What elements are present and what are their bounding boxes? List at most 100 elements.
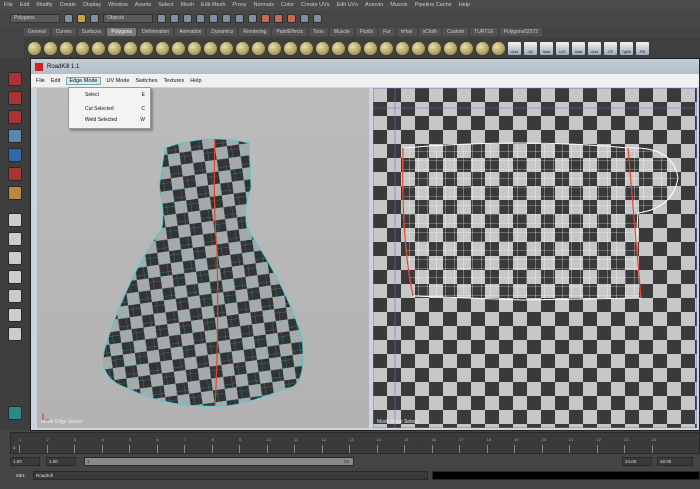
snap-icon[interactable] [183,13,192,23]
shelf-tool-icon[interactable] [300,41,313,55]
layout-four-icon[interactable] [8,232,22,246]
shelf-tool-icon[interactable] [284,41,297,55]
menu-color[interactable]: Color [281,2,294,8]
shelf-tab-fur[interactable]: Fur [379,28,395,36]
shelf-tool-icon[interactable] [220,41,233,55]
shelf-tool-icon[interactable] [252,41,265,55]
shelf-button-uvs1[interactable]: Uvs1 [508,41,521,55]
shelf-tab-painteffects[interactable]: PaintEffects [272,28,308,36]
menu-mesh[interactable]: Mesh [181,2,194,8]
shelf-tool-icon[interactable] [28,41,41,55]
shelf-tab-dynamics[interactable]: Dynamics [207,28,238,36]
shelf-tool-icon[interactable] [428,41,441,55]
shelf-tool-icon[interactable] [316,41,329,55]
lasso-tool-icon[interactable] [8,91,22,105]
time-slider[interactable]: 1 2 3 4 5 6 7 8 9 10 11 12 13 14 15 16 17 18 19 20 21 22 23 24 1 [10,432,700,454]
shelf-tool-icon[interactable] [204,41,217,55]
playback-end-field[interactable]: 24.00 [622,457,652,466]
shelf-tab-nhair[interactable]: nHair [396,28,417,36]
menu-edit-uvs[interactable]: Edit UVs [337,2,358,8]
rk-menu-textures[interactable]: Textures [163,78,184,84]
shelf-button-mad[interactable]: Mad [540,41,553,55]
render-settings-icon[interactable] [287,13,296,23]
snap-point-icon[interactable] [222,13,231,23]
layout-hypershade-icon[interactable] [8,308,22,322]
layout-two-icon[interactable] [8,251,22,265]
shelf-button-uv1[interactable]: UV1 [556,41,569,55]
ipr-render-icon[interactable] [274,13,283,23]
shelf-tool-icon[interactable] [172,41,185,55]
shelf-tab-toon[interactable]: Toon [309,28,328,36]
shelf-button-uvs1[interactable]: Uvs1 [588,41,601,55]
shelf-tool-icon[interactable] [332,41,345,55]
shelf-tab-deformation[interactable]: Deformation [137,28,174,36]
shelf-tool-icon[interactable] [44,41,57,55]
open-scene-icon[interactable] [77,13,86,23]
shelf-tab-ncloth[interactable]: nCloth [418,28,441,36]
dropdown-item-weld-selected[interactable]: Weld Selected W [85,117,145,123]
range-bar[interactable]: 1 24 [84,457,354,466]
shelf-tool-icon[interactable] [92,41,105,55]
menu-create[interactable]: Create [60,2,77,8]
start-time-field[interactable]: 1.00 [10,457,40,466]
shelf-tool-icon[interactable] [60,41,73,55]
menu-file[interactable]: File [4,2,13,8]
shelf-tab-polygons[interactable]: Polygons [107,28,136,36]
menu-normals[interactable]: Normals [253,2,273,8]
menu-modify[interactable]: Modify [36,2,52,8]
lasso-icon[interactable] [170,13,179,23]
rk-menu-edge-mode[interactable]: Edge Mode [66,76,101,85]
menu-muscle[interactable]: Muscle [390,2,407,8]
shelf-tool-icon[interactable] [124,41,137,55]
shelf-tab-surfaces[interactable]: Surfaces [77,28,106,36]
shelf-tool-icon[interactable] [268,41,281,55]
new-scene-icon[interactable] [64,13,73,23]
rk-menu-file[interactable]: File [36,78,45,84]
history-icon[interactable] [248,13,257,23]
end-time-field[interactable]: 48.00 [657,457,693,466]
shelf-tab-animation[interactable]: Animation [175,28,206,36]
snap-curve-icon[interactable] [209,13,218,23]
shelf-button-indvl[interactable]: Indvl [572,41,585,55]
shelf-tool-icon[interactable] [412,41,425,55]
menu-edit[interactable]: Edit [20,2,29,8]
mode-selector[interactable]: Polygons [10,13,60,23]
shelf-tool-icon[interactable] [364,41,377,55]
dropdown-item-select[interactable]: Select E [85,92,145,98]
menu-window[interactable]: Window [108,2,128,8]
shelf-tab-rendering[interactable]: Rendering [239,28,271,36]
layout-graph-icon[interactable] [8,289,22,303]
mel-label[interactable]: MEL [16,473,25,478]
shelf-tool-icon[interactable] [188,41,201,55]
dropdown-item-cut-selected[interactable]: Cut Selected C [85,106,145,112]
save-scene-icon[interactable] [90,13,99,23]
shelf-button-all[interactable]: All [524,41,537,55]
shelf-tool-icon[interactable] [492,41,505,55]
menu-arsnvin[interactable]: Arsnvin [365,2,383,8]
select-tool-icon[interactable] [157,13,166,23]
snap-grid-icon[interactable] [196,13,205,23]
rk-menu-switches[interactable]: Switches [135,78,157,84]
layout-outliner-icon[interactable] [8,270,22,284]
objects-field[interactable]: Objects [103,13,153,23]
shelf-button-pb[interactable]: PB [636,41,649,55]
shelf-tool-icon[interactable] [108,41,121,55]
shelf-tool-icon[interactable] [140,41,153,55]
select-tool-icon[interactable] [8,72,22,86]
menu-assets[interactable]: Assets [135,2,152,8]
shelf-tool-icon[interactable] [156,41,169,55]
shelf-tool-icon[interactable] [380,41,393,55]
shelf-tool-icon[interactable] [76,41,89,55]
shelf-tool-icon[interactable] [444,41,457,55]
menu-edit-mesh[interactable]: Edit Mesh [201,2,225,8]
menu-display[interactable]: Display [83,2,101,8]
shelf-tool-icon[interactable] [476,41,489,55]
shelf-tool-icon[interactable] [236,41,249,55]
shelf-button-cp[interactable]: CP [604,41,617,55]
rk-menu-edit[interactable]: Edit [51,78,60,84]
playback-start-field[interactable]: 1.00 [46,457,76,466]
scale-tool-icon[interactable] [8,167,22,181]
shelf-tool-icon[interactable] [396,41,409,55]
shelf-button-tgtsh[interactable]: TgtSh [620,41,633,55]
menu-help[interactable]: Help [459,2,470,8]
